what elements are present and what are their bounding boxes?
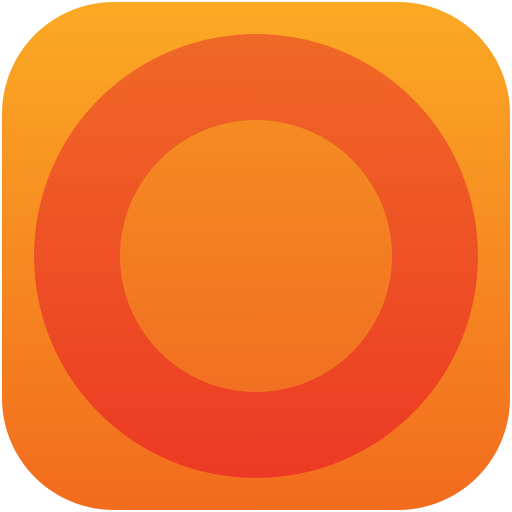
ring-icon: [34, 34, 478, 478]
app-icon-artwork: [2, 2, 510, 510]
ring-center: [120, 120, 392, 392]
app-icon: [0, 0, 512, 512]
